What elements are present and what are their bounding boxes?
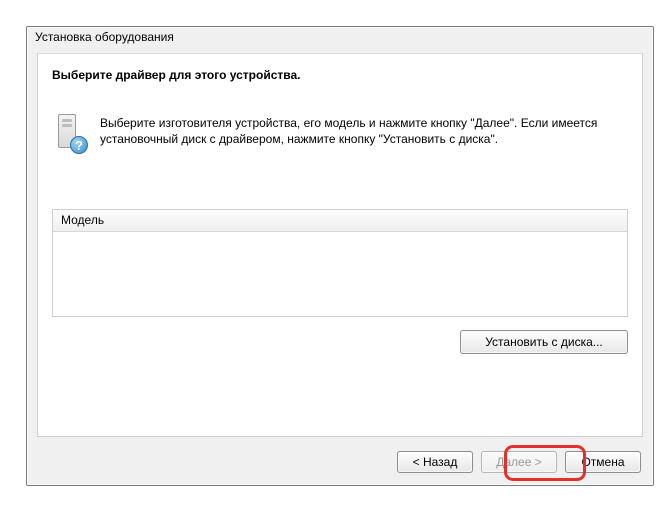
screenshot-canvas: Установка оборудования Выберите драйвер … bbox=[7, 5, 659, 501]
model-list[interactable]: Модель bbox=[52, 209, 628, 317]
cancel-button[interactable]: Отмена bbox=[565, 451, 641, 473]
have-disk-button[interactable]: Установить с диска... bbox=[460, 330, 628, 354]
question-badge-icon: ? bbox=[70, 136, 88, 154]
back-button[interactable]: < Назад bbox=[397, 451, 473, 473]
column-header-model[interactable]: Модель bbox=[53, 210, 627, 232]
device-help-icon: ? bbox=[52, 114, 86, 152]
window-title: Установка оборудования bbox=[35, 30, 174, 44]
instruction-text: Выберите изготовителя устройства, его мо… bbox=[100, 114, 628, 147]
page-heading: Выберите драйвер для этого устройства. bbox=[52, 68, 300, 82]
wizard-window: Установка оборудования Выберите драйвер … bbox=[26, 26, 654, 486]
instruction-row: ? Выберите изготовителя устройства, его … bbox=[52, 114, 628, 152]
next-button[interactable]: Далее > bbox=[481, 451, 557, 473]
wizard-content: Выберите драйвер для этого устройства. ?… bbox=[37, 53, 643, 437]
wizard-footer: < Назад Далее > Отмена bbox=[397, 451, 641, 473]
titlebar: Установка оборудования bbox=[27, 27, 653, 49]
